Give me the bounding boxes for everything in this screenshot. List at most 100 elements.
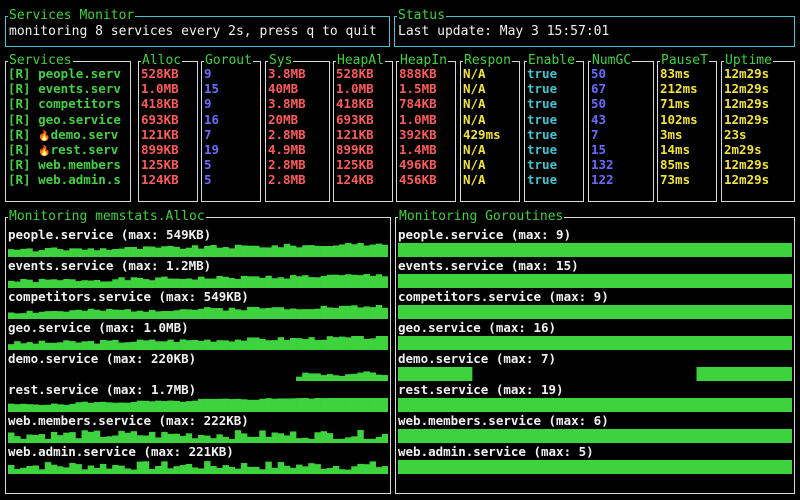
cell-sys: 4.9MB (268, 141, 306, 157)
service-row-label[interactable]: [R] events.serv (8, 81, 130, 96)
spark-bar (234, 468, 242, 474)
monitor-label: rest.service (max: 1.7MB) (8, 382, 197, 397)
spark-bar (247, 436, 254, 443)
spark-bar (130, 401, 138, 412)
spark-bar (136, 339, 144, 350)
spark-bar (124, 468, 131, 474)
spark-bar (167, 339, 174, 350)
cell-enabled: true (527, 96, 558, 112)
spark-bar (345, 274, 352, 288)
spark-bar (210, 398, 217, 412)
spark-bar (106, 340, 113, 350)
spark-bar (228, 341, 236, 350)
spark-bar (44, 342, 52, 350)
spark-bar (314, 432, 321, 443)
spark-bar (198, 468, 205, 474)
service-status-prefix: [R] (8, 126, 39, 142)
spark-bar (204, 278, 211, 288)
spark-bar (259, 398, 266, 412)
status-last-update: Last update: May 3 15:57:01 (398, 24, 610, 39)
spark-bar (308, 398, 315, 412)
spark-bar (357, 463, 364, 474)
monitor-label: competitors.service (max: 549KB) (8, 289, 249, 304)
spark-bar (155, 400, 162, 412)
service-row-label[interactable]: [R] web.admin.s (8, 172, 130, 187)
spark-bar (8, 344, 15, 350)
spark-bar (398, 398, 792, 412)
spark-bar (308, 337, 315, 350)
cell-goroutines: 19 (204, 141, 220, 157)
spark-bar (14, 341, 21, 350)
service-row-label[interactable]: [R] web.members (8, 157, 130, 172)
spark-bar (302, 466, 309, 474)
spark-bar (148, 468, 156, 474)
spark-bar (136, 435, 144, 443)
spark-bar (106, 249, 113, 257)
cell-sys: 3.8MB (268, 66, 306, 81)
service-row-label[interactable]: [R] people.serv (8, 66, 130, 81)
spark-bar (179, 309, 187, 319)
spark-bar (357, 430, 364, 443)
sparkline (8, 242, 388, 257)
spark-bar (75, 464, 82, 474)
spark-bar (99, 339, 107, 350)
spark-bar (38, 434, 46, 443)
spark-bar (332, 375, 340, 381)
cell-goroutines: 5 (204, 157, 212, 173)
spark-bar (26, 466, 33, 474)
spark-bar (289, 431, 297, 443)
spark-bar (118, 277, 125, 288)
spark-bar (130, 311, 138, 319)
spark-bar (283, 339, 291, 350)
spark-bar (283, 243, 291, 257)
spark-bar (375, 436, 383, 443)
service-row-label[interactable]: [R] 🔥rest.serv (8, 142, 130, 157)
spark-bar (44, 438, 52, 443)
service-row-label[interactable]: [R] competitors (8, 96, 130, 111)
spark-bar (326, 398, 334, 412)
spark-bar (228, 278, 236, 288)
spark-bar (142, 246, 150, 257)
spark-bar (289, 467, 297, 474)
spark-bar (124, 342, 131, 350)
spark-bar (161, 401, 168, 412)
spark-bar (375, 305, 383, 319)
cell-enabled: true (527, 172, 558, 188)
spark-bar (38, 404, 46, 412)
cell-goroutines: 15 (204, 81, 220, 97)
spark-bar (345, 305, 352, 319)
spark-bar (345, 374, 352, 381)
spark-bar (87, 248, 95, 257)
spark-bar (8, 312, 15, 319)
spark-bar (130, 469, 138, 474)
service-row-label[interactable]: [R] 🔥demo.serv (8, 127, 130, 142)
sparkline (398, 273, 792, 288)
spark-bar (320, 246, 328, 257)
spark-bar (87, 465, 95, 474)
spark-bar (228, 398, 236, 412)
spark-bar (112, 309, 119, 319)
spark-bar (253, 466, 260, 474)
spark-bar (302, 245, 309, 257)
cell-uptime: 12m29s (724, 111, 770, 127)
cell-pause: 3ms (660, 126, 683, 142)
spark-bar (167, 468, 174, 474)
spark-bar (14, 249, 21, 257)
spark-bar (204, 307, 211, 319)
spark-bar (277, 337, 285, 350)
spark-bar (198, 398, 205, 412)
cell-pause: 73ms (660, 172, 691, 188)
spark-bar (345, 337, 352, 350)
sparkline (398, 335, 792, 350)
cell-sys: 40MB (268, 81, 299, 97)
spark-bar (338, 305, 346, 319)
spark-bar (99, 436, 107, 443)
spark-bar (112, 339, 119, 350)
column-heapalloc: HeapAl 528KB 1.0MB 418KB 693KB 121KB 899KB 125K… (333, 53, 393, 202)
spark-bar (118, 402, 125, 412)
spark-bar (351, 373, 358, 381)
spark-bar (32, 343, 39, 350)
cell-goroutines: 9 (204, 66, 212, 81)
spark-bar (57, 404, 64, 412)
service-row-label[interactable]: [R] geo.service (8, 112, 130, 127)
